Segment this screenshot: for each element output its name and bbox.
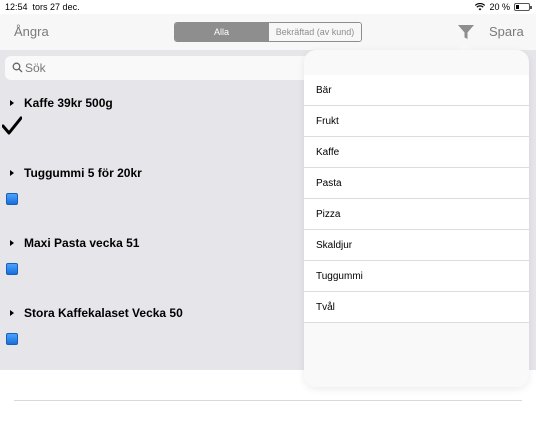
filter-popover: Bär Frukt Kaffe Pasta Pizza Skaldjur Tug… [304, 50, 529, 387]
item-title: Tuggummi 5 för 20kr [24, 166, 142, 180]
list-item-header[interactable]: Stora Kaffekalaset Vecka 50 [10, 306, 183, 320]
segment-all[interactable]: Alla [175, 23, 268, 41]
disclosure-triangle-icon[interactable] [10, 240, 14, 246]
filter-option[interactable]: Pizza [304, 199, 529, 230]
status-date: tors 27 dec. [32, 2, 80, 12]
battery-percent: 20 % [489, 2, 510, 12]
navigation-bar: Ångra Alla Bekräftad (av kund) Spara [0, 14, 536, 50]
divider [14, 400, 522, 401]
segmented-control: Alla Bekräftad (av kund) [174, 22, 362, 42]
list-item-header[interactable]: Kaffe 39kr 500g [10, 96, 113, 110]
undo-button[interactable]: Ångra [14, 24, 49, 39]
filter-option[interactable]: Tvål [304, 292, 529, 323]
checkbox-unchecked[interactable] [6, 193, 18, 205]
battery-icon [514, 3, 532, 11]
wifi-icon [475, 3, 486, 11]
filter-option[interactable]: Pasta [304, 168, 529, 199]
search-icon [12, 62, 23, 73]
checkbox-unchecked[interactable] [6, 333, 18, 345]
item-title: Stora Kaffekalaset Vecka 50 [24, 306, 183, 320]
disclosure-triangle-icon[interactable] [10, 310, 14, 316]
filter-option[interactable]: Tuggummi [304, 261, 529, 292]
status-bar: 12:54 tors 27 dec. 20 % [0, 0, 536, 14]
status-time: 12:54 [5, 2, 28, 12]
checkbox-unchecked[interactable] [6, 263, 18, 275]
filter-option[interactable]: Kaffe [304, 137, 529, 168]
disclosure-triangle-icon[interactable] [10, 170, 14, 176]
search-bar [5, 56, 313, 80]
list-item-header[interactable]: Tuggummi 5 för 20kr [10, 166, 142, 180]
save-button[interactable]: Spara [489, 24, 524, 39]
item-title: Kaffe 39kr 500g [24, 96, 113, 110]
segment-confirmed[interactable]: Bekräftad (av kund) [268, 23, 361, 41]
status-time-date: 12:54 tors 27 dec. [5, 2, 80, 12]
item-title: Maxi Pasta vecka 51 [24, 236, 140, 250]
status-indicators: 20 % [475, 2, 532, 12]
filter-option[interactable]: Frukt [304, 106, 529, 137]
filter-option[interactable]: Bär [304, 75, 529, 106]
filter-options-list: Bär Frukt Kaffe Pasta Pizza Skaldjur Tug… [304, 75, 529, 323]
search-input[interactable] [25, 60, 295, 76]
list-item-header[interactable]: Maxi Pasta vecka 51 [10, 236, 139, 250]
disclosure-triangle-icon[interactable] [10, 100, 14, 106]
checkmark-icon[interactable] [2, 116, 22, 136]
filter-option[interactable]: Skaldjur [304, 230, 529, 261]
filter-icon[interactable] [456, 22, 476, 42]
